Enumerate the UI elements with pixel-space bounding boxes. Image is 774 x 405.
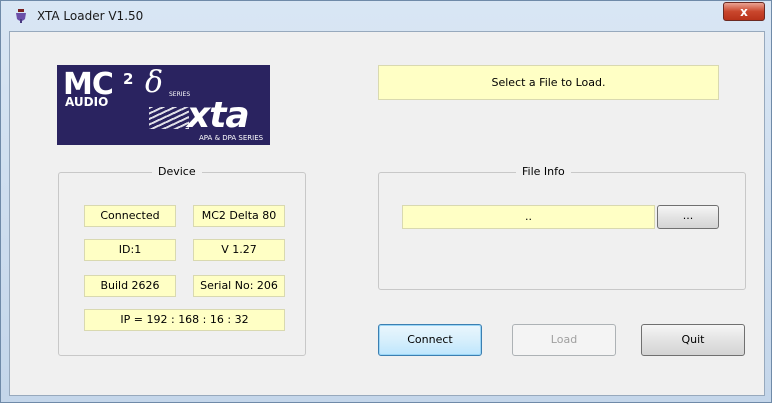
logo-brand-text: xta [187, 95, 250, 136]
connect-button[interactable]: Connect [378, 324, 482, 356]
logo-stripes-graphic [149, 107, 189, 129]
status-message: Select a File to Load. [378, 65, 719, 100]
app-window: XTA Loader V1.50 x MC 2 AUDIO δ SERIES x… [0, 0, 772, 403]
title-bar[interactable]: XTA Loader V1.50 x [1, 1, 771, 31]
client-area: MC 2 AUDIO δ SERIES xta APA & DPA SERIES… [9, 31, 765, 396]
device-group-title: Device [152, 165, 202, 178]
device-id-field: ID:1 [84, 239, 176, 261]
file-info-group-title: File Info [516, 165, 571, 178]
brand-logo: MC 2 AUDIO δ SERIES xta APA & DPA SERIES [57, 65, 270, 145]
logo-delta-symbol: δ [145, 65, 164, 100]
app-icon [16, 9, 26, 23]
device-version-field: V 1.27 [193, 239, 285, 261]
device-serial-field: Serial No: 206 [193, 275, 285, 297]
device-state-field: Connected [84, 205, 176, 227]
window-title: XTA Loader V1.50 [37, 9, 144, 23]
device-ip-field: IP = 192 : 168 : 16 : 32 [84, 309, 285, 331]
quit-button[interactable]: Quit [641, 324, 745, 356]
logo-tagline: APA & DPA SERIES [199, 134, 264, 142]
browse-button[interactable]: ... [657, 205, 719, 229]
file-path-field[interactable]: .. [402, 205, 655, 229]
status-message-text: Select a File to Load. [491, 76, 606, 89]
logo-audio-text: AUDIO [65, 95, 109, 109]
load-button[interactable]: Load [512, 324, 616, 356]
file-info-group: File Info [378, 165, 746, 290]
device-build-field: Build 2626 [84, 275, 176, 297]
close-icon: x [740, 5, 748, 19]
close-button[interactable]: x [723, 2, 765, 21]
device-model-field: MC2 Delta 80 [193, 205, 285, 227]
logo-superscript: 2 [123, 70, 134, 88]
